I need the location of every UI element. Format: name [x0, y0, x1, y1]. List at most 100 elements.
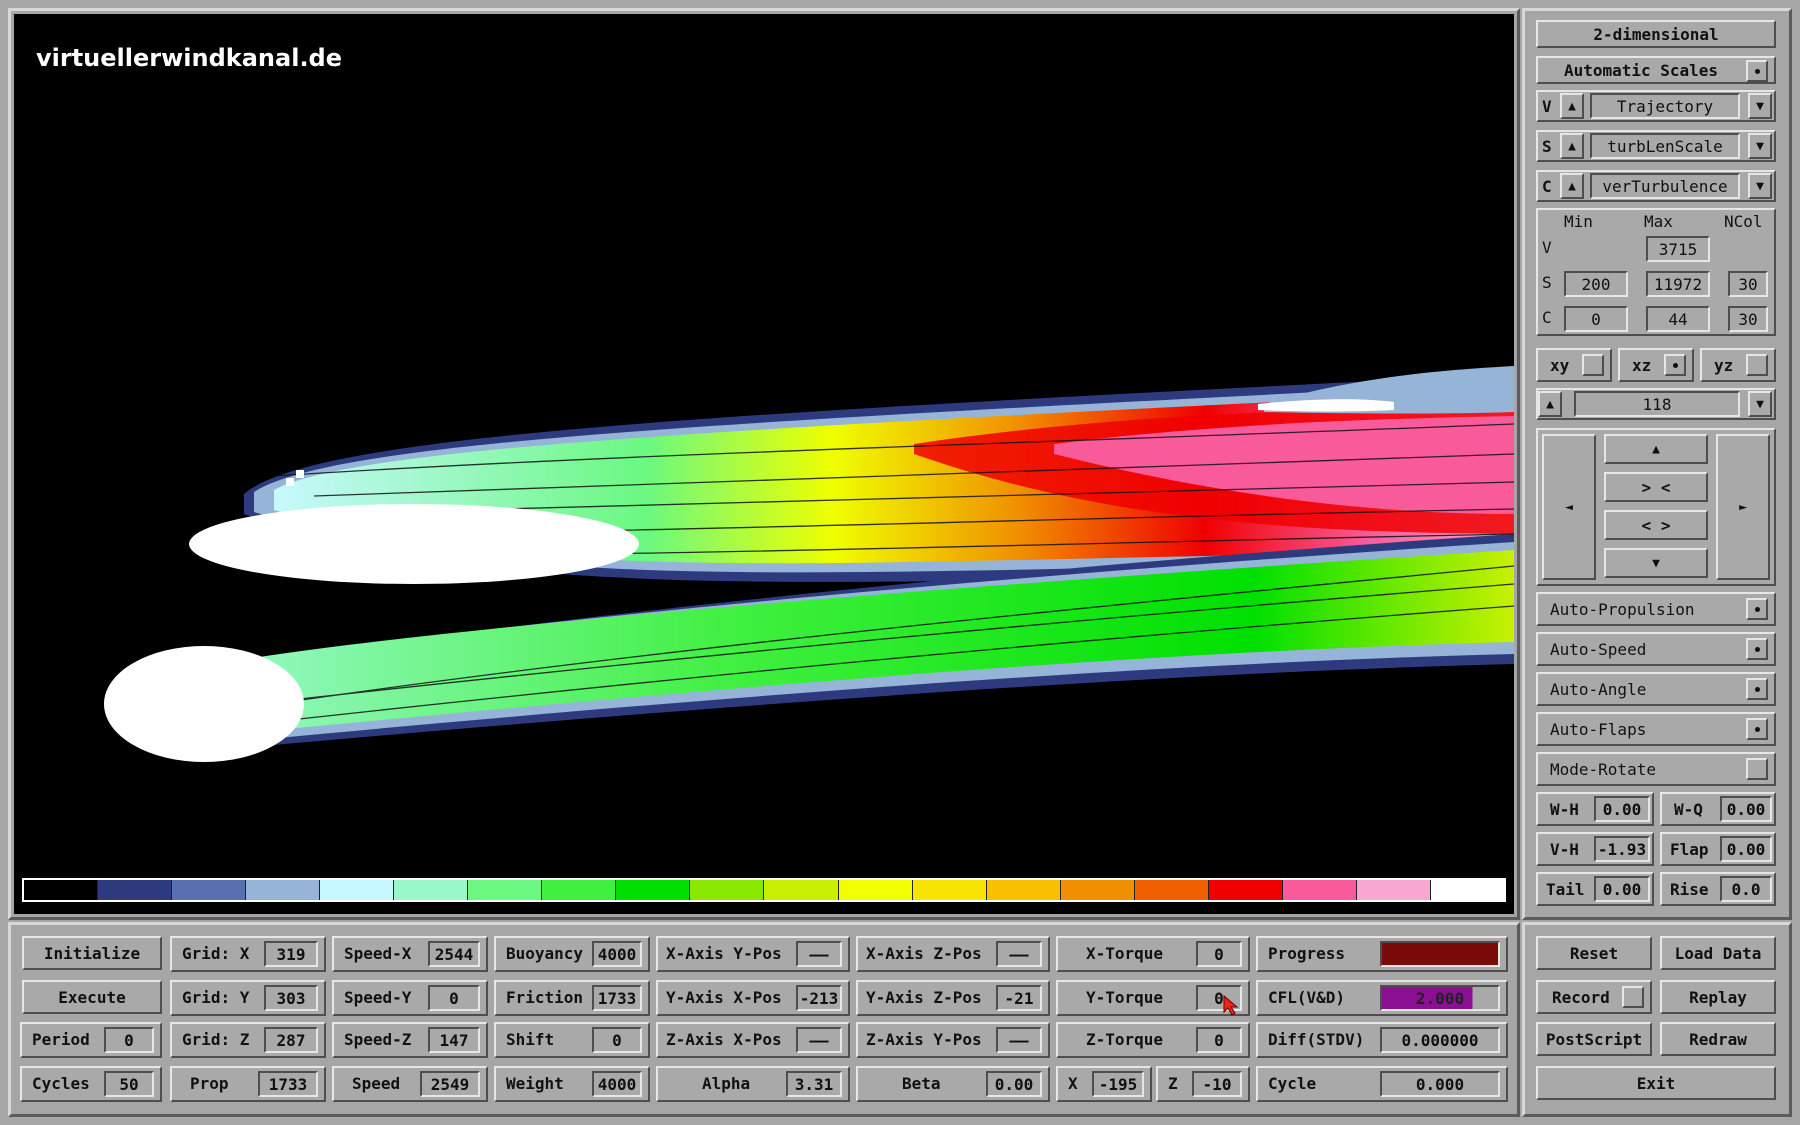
checked-dot-icon — [1754, 68, 1760, 74]
postscript-button[interactable]: PostScript — [1536, 1022, 1652, 1056]
z-axis-x-pos-field[interactable]: —— — [796, 1027, 842, 1053]
mode-rotate-checkbox[interactable] — [1746, 758, 1768, 780]
speed-field[interactable]: 2549 — [420, 1071, 480, 1097]
record-button[interactable]: Record — [1536, 980, 1652, 1014]
c-prev-arrow-icon[interactable]: ▲ — [1560, 173, 1584, 199]
wq-field[interactable]: 0.00 — [1720, 796, 1772, 822]
visualization-canvas[interactable]: virtuellerwindkanal.de — [14, 14, 1514, 914]
color-swatch — [689, 880, 764, 900]
speed-z-field[interactable]: 147 — [428, 1027, 480, 1053]
grid-y-field[interactable]: 303 — [264, 985, 318, 1011]
z-coord-field[interactable]: -10 — [1192, 1071, 1242, 1097]
plane-xz-toggle[interactable]: xz — [1618, 348, 1694, 382]
scale-s-max-field[interactable]: 11972 — [1646, 271, 1710, 297]
grid-z-field[interactable]: 287 — [264, 1027, 318, 1053]
scale-s-ncol-field[interactable]: 30 — [1728, 271, 1768, 297]
v-variable-select[interactable]: Trajectory — [1590, 93, 1740, 119]
tail-field[interactable]: 0.00 — [1594, 876, 1650, 902]
slice-down-arrow-icon[interactable]: ▼ — [1748, 391, 1772, 417]
auto-angle-toggle[interactable]: Auto-Angle — [1536, 672, 1776, 706]
speed-y-field[interactable]: 0 — [428, 985, 480, 1011]
cycles-field[interactable]: 50 — [104, 1071, 154, 1097]
execute-button[interactable]: Execute — [22, 980, 162, 1014]
slice-up-arrow-icon[interactable]: ▲ — [1538, 391, 1562, 417]
buoyancy-field[interactable]: 4000 — [592, 941, 642, 967]
flap-field[interactable]: 0.00 — [1720, 836, 1772, 862]
grid-x-field[interactable]: 319 — [264, 941, 318, 967]
initialize-button[interactable]: Initialize — [22, 936, 162, 970]
exit-button[interactable]: Exit — [1536, 1066, 1776, 1100]
pan-up-button[interactable]: ▲ — [1604, 434, 1708, 464]
mode-rotate-toggle[interactable]: Mode-Rotate — [1536, 752, 1776, 786]
y-axis-x-pos-field[interactable]: -213 — [796, 985, 842, 1011]
plane-xy-toggle[interactable]: xy — [1536, 348, 1612, 382]
scale-v-max-field[interactable]: 3715 — [1646, 236, 1710, 262]
x-torque-field[interactable]: 0 — [1196, 941, 1242, 967]
v-prev-arrow-icon[interactable]: ▲ — [1560, 93, 1584, 119]
scale-c-ncol-field[interactable]: 30 — [1728, 306, 1768, 332]
c-next-arrow-icon[interactable]: ▼ — [1748, 173, 1772, 199]
plane-yz-checkbox[interactable] — [1746, 354, 1768, 376]
period-field[interactable]: 0 — [104, 1027, 154, 1053]
plane-xz-checkbox[interactable] — [1664, 354, 1686, 376]
auto-propulsion-toggle[interactable]: Auto-Propulsion — [1536, 592, 1776, 626]
reset-button[interactable]: Reset — [1536, 936, 1652, 970]
beta-field[interactable]: 0.00 — [986, 1071, 1042, 1097]
scale-c-max-field[interactable]: 44 — [1646, 306, 1710, 332]
alpha-field[interactable]: 3.31 — [786, 1071, 842, 1097]
z-torque-field[interactable]: 0 — [1196, 1027, 1242, 1053]
zoom-out-button[interactable]: < > — [1604, 510, 1708, 540]
mode-rotate-label: Mode-Rotate — [1550, 759, 1656, 779]
speed-z-cell: Speed-Z 147 — [332, 1022, 488, 1058]
slice-index-field[interactable]: 118 — [1574, 391, 1740, 417]
c-variable-select[interactable]: verTurbulence — [1590, 173, 1740, 199]
pan-down-button[interactable]: ▼ — [1604, 548, 1708, 578]
plane-yz-toggle[interactable]: yz — [1700, 348, 1776, 382]
auto-flaps-toggle[interactable]: Auto-Flaps — [1536, 712, 1776, 746]
wh-field[interactable]: 0.00 — [1594, 796, 1650, 822]
automatic-scales-checkbox[interactable] — [1746, 60, 1768, 82]
replay-button[interactable]: Replay — [1660, 980, 1776, 1014]
s-next-arrow-icon[interactable]: ▼ — [1748, 133, 1772, 159]
s-variable-select[interactable]: turbLenScale — [1590, 133, 1740, 159]
scale-c-min-field[interactable]: 0 — [1564, 306, 1628, 332]
friction-field[interactable]: 1733 — [592, 985, 642, 1011]
pan-right-button[interactable]: ► — [1716, 434, 1770, 580]
load-data-button[interactable]: Load Data — [1660, 936, 1776, 970]
pan-left-button[interactable]: ◄ — [1542, 434, 1596, 580]
s-prev-arrow-icon[interactable]: ▲ — [1560, 133, 1584, 159]
auto-flaps-checkbox[interactable] — [1746, 718, 1768, 740]
z-axis-x-pos-label: Z-Axis X-Pos — [666, 1030, 782, 1049]
weight-field[interactable]: 4000 — [592, 1071, 642, 1097]
auto-propulsion-checkbox[interactable] — [1746, 598, 1768, 620]
color-swatch — [1281, 880, 1356, 900]
diff-field[interactable]: 0.000000 — [1380, 1027, 1500, 1053]
shift-field[interactable]: 0 — [592, 1027, 642, 1053]
auto-speed-checkbox[interactable] — [1746, 638, 1768, 660]
x-axis-z-pos-field[interactable]: —— — [996, 941, 1042, 967]
x-coord-field[interactable]: -195 — [1092, 1071, 1144, 1097]
color-swatch — [1355, 880, 1430, 900]
v-next-arrow-icon[interactable]: ▼ — [1748, 93, 1772, 119]
plane-xy-checkbox[interactable] — [1582, 354, 1604, 376]
speed-y-cell: Speed-Y 0 — [332, 980, 488, 1016]
speed-x-field[interactable]: 2544 — [428, 941, 480, 967]
y-axis-z-pos-field[interactable]: -21 — [996, 985, 1042, 1011]
mode-2d-button[interactable]: 2-dimensional — [1536, 20, 1776, 48]
zoom-in-button[interactable]: > < — [1604, 472, 1708, 502]
auto-speed-toggle[interactable]: Auto-Speed — [1536, 632, 1776, 666]
rise-field[interactable]: 0.0 — [1720, 876, 1772, 902]
automatic-scales-toggle[interactable]: Automatic Scales — [1536, 56, 1776, 84]
cycle-field[interactable]: 0.000 — [1380, 1071, 1500, 1097]
flap-label: Flap — [1670, 840, 1709, 859]
redraw-button[interactable]: Redraw — [1660, 1022, 1776, 1056]
auto-angle-checkbox[interactable] — [1746, 678, 1768, 700]
vh-field[interactable]: -1.93 — [1594, 836, 1650, 862]
scale-s-min-field[interactable]: 200 — [1564, 271, 1628, 297]
z-axis-y-pos-field[interactable]: —— — [996, 1027, 1042, 1053]
checked-dot-icon — [1754, 606, 1760, 612]
x-axis-y-pos-field[interactable]: —— — [796, 941, 842, 967]
auto-speed-label: Auto-Speed — [1550, 639, 1647, 659]
prop-field[interactable]: 1733 — [258, 1071, 318, 1097]
record-checkbox[interactable] — [1622, 986, 1644, 1008]
